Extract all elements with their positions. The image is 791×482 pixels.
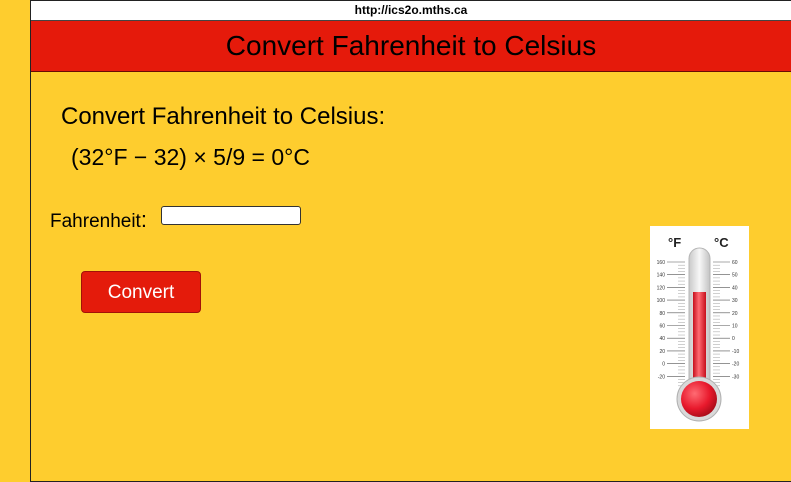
fahrenheit-label-colon: :	[140, 207, 147, 232]
thermometer-icon: °F °C 160140120100806040200-20 605040302…	[657, 235, 739, 422]
fahrenheit-label: Fahrenheit:	[50, 207, 147, 233]
celsius-tick-label: -10	[732, 349, 739, 355]
celsius-tick-label: 0	[732, 336, 735, 342]
celsius-tick-label: 40	[732, 285, 738, 291]
fahrenheit-tick-label: 140	[657, 273, 666, 279]
url-bar: http://ics2o.mths.ca	[31, 1, 791, 21]
celsius-tick-label: 60	[732, 260, 738, 266]
thermometer-image: °F °C 160 140 120 100 80 60 40 20 0 -20 60 50 40 30 2…	[650, 226, 749, 429]
fahrenheit-label-text: Fahrenheit	[50, 211, 141, 232]
celsius-tick-label: 10	[732, 324, 738, 330]
app-frame: http://ics2o.mths.ca Convert Fahrenheit …	[30, 0, 791, 482]
fahrenheit-tick-label: 120	[657, 285, 666, 291]
celsius-scale: 60 50 40 30 20 10 0 -10 -20 -30	[713, 260, 739, 387]
fahrenheit-tick-label: 60	[659, 324, 665, 330]
celsius-tick-label: 50	[732, 273, 738, 279]
fahrenheit-input[interactable]	[161, 206, 301, 225]
convert-button[interactable]: Convert	[81, 271, 201, 313]
fahrenheit-unit-label: °F	[668, 235, 681, 250]
converter-heading: Convert Fahrenheit to Celsius:	[61, 103, 386, 130]
page-title: Convert Fahrenheit to Celsius	[31, 21, 791, 72]
celsius-tick-label: -20	[732, 362, 739, 368]
celsius-tick-label: 30	[732, 298, 738, 304]
thermometer-bulb	[681, 381, 717, 417]
fahrenheit-tick-label: -20	[658, 374, 665, 380]
fahrenheit-tick-label: 20	[659, 349, 665, 355]
fahrenheit-tick-label: 160	[657, 260, 666, 266]
fahrenheit-tick-label: 100	[657, 298, 666, 304]
celsius-unit-label: °C	[714, 235, 729, 250]
fahrenheit-tick-label: 40	[659, 336, 665, 342]
fahrenheit-tick-label: 80	[659, 311, 665, 317]
celsius-tick-label: -30	[732, 374, 739, 380]
conversion-formula: (32°F − 32) × 5/9 = 0°C	[71, 144, 310, 170]
celsius-tick-label: 20	[732, 311, 738, 317]
fahrenheit-tick-label: 0	[662, 362, 665, 368]
fahrenheit-scale: 160 140 120 100 80 60 40 20 0 -20	[657, 260, 685, 387]
